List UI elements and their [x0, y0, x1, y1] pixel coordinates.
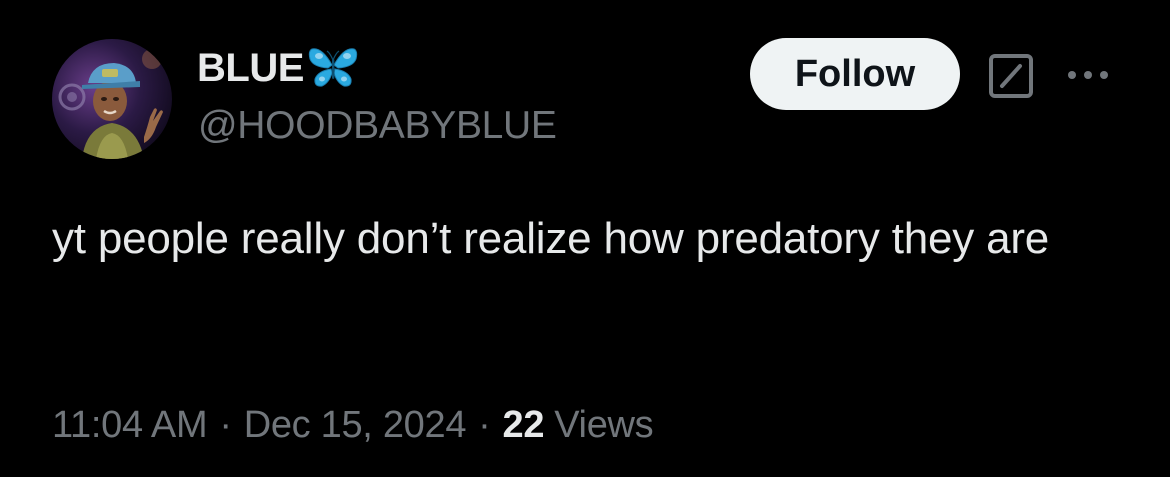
tweet-meta: 11:04 AM · Dec 15, 2024 · 22 Views [52, 400, 654, 450]
more-options-icon[interactable] [1064, 60, 1112, 90]
butterfly-icon [308, 45, 358, 91]
meta-separator: · [478, 403, 491, 446]
author-avatar[interactable] [52, 39, 172, 159]
avatar-image [52, 39, 172, 159]
author-handle[interactable]: @HOODBABYBLUE [198, 102, 557, 150]
display-name: BLUE [197, 46, 304, 90]
meta-separator: · [219, 403, 232, 446]
author-name-row[interactable]: BLUE [197, 44, 358, 92]
tweet-text: yt people really don’t realize how preda… [52, 214, 1050, 263]
tweet-time[interactable]: 11:04 AM [52, 404, 208, 447]
tweet-date[interactable]: Dec 15, 2024 [244, 404, 467, 447]
tweet: BLUE @HOODBABYBLUE Follow yt people real… [0, 0, 1170, 477]
views-count: 22 [502, 403, 545, 446]
views-label: Views [554, 403, 654, 446]
follow-button[interactable]: Follow [750, 38, 960, 110]
grok-icon[interactable] [988, 53, 1034, 99]
